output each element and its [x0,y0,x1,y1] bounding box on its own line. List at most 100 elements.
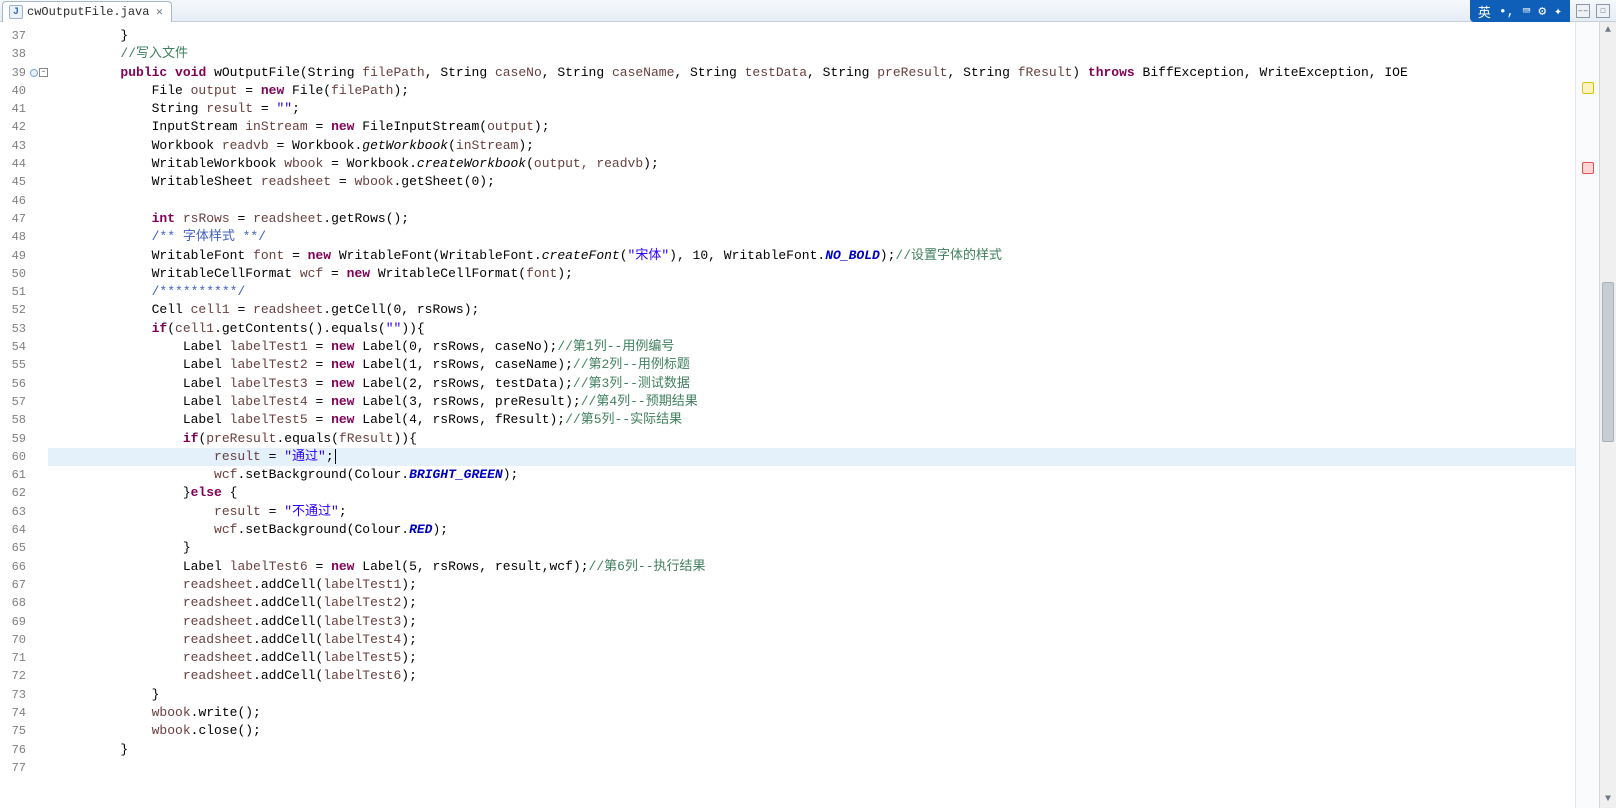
code-line[interactable]: Cell cell1 = readsheet.getCell(0, rsRows… [48,301,1616,319]
gutter-marker [30,411,48,429]
line-number: 50 [0,265,30,283]
line-number: 42 [0,118,30,136]
code-line[interactable]: //写入文件 [48,45,1616,63]
gutter-marker [30,265,48,283]
ime-punct-icon[interactable]: •, [1499,4,1515,19]
code-line[interactable]: /** 字体样式 **/ [48,228,1616,246]
line-number: 40 [0,82,30,100]
code-line[interactable] [48,192,1616,210]
maximize-button[interactable]: ☐ [1596,4,1610,18]
code-line[interactable]: readsheet.addCell(labelTest2); [48,594,1616,612]
gutter-marker [30,100,48,118]
close-tab-icon[interactable]: ✕ [153,6,165,18]
code-line[interactable]: Label labelTest3 = new Label(2, rsRows, … [48,375,1616,393]
ime-keyboard-icon[interactable]: ⌨ [1523,4,1531,19]
code-line[interactable]: WritableCellFormat wcf = new WritableCel… [48,265,1616,283]
line-number: 37 [0,27,30,45]
code-line[interactable]: Label labelTest2 = new Label(1, rsRows, … [48,356,1616,374]
code-line[interactable]: if(preResult.equals(fResult)){ [48,430,1616,448]
gutter-marker [30,137,48,155]
code-line[interactable]: readsheet.addCell(labelTest3); [48,613,1616,631]
code-line[interactable]: wcf.setBackground(Colour.BRIGHT_GREEN); [48,466,1616,484]
line-number: 71 [0,649,30,667]
line-number: 48 [0,228,30,246]
override-marker-icon[interactable] [30,69,38,77]
gutter-marker [30,759,48,777]
code-editor[interactable]: } //写入文件 public void wOutputFile(String … [48,22,1616,808]
code-line[interactable]: WritableWorkbook wbook = Workbook.create… [48,155,1616,173]
code-line[interactable]: readsheet.addCell(labelTest5); [48,649,1616,667]
line-number: 75 [0,722,30,740]
code-line[interactable]: Label labelTest4 = new Label(3, rsRows, … [48,393,1616,411]
code-line[interactable]: Label labelTest6 = new Label(5, rsRows, … [48,558,1616,576]
gutter-marker [30,192,48,210]
gutter-marker [30,393,48,411]
tab-filename: cwOutputFile.java [27,5,149,19]
scroll-up-icon[interactable]: ▲ [1600,22,1616,39]
scroll-down-icon[interactable]: ▼ [1600,791,1616,808]
gutter-marker [30,704,48,722]
line-number: 53 [0,320,30,338]
overview-ruler[interactable] [1575,22,1599,808]
editor-window-controls: –– ☐ [1570,0,1616,21]
minimize-button[interactable]: –– [1576,4,1590,18]
line-number: 55 [0,356,30,374]
fold-toggle-icon[interactable]: - [39,68,48,77]
code-line[interactable]: result = "通过"; [48,448,1616,466]
gutter-marker [30,45,48,63]
line-number: 73 [0,686,30,704]
code-line[interactable]: Label labelTest1 = new Label(0, rsRows, … [48,338,1616,356]
gutter-marker [30,521,48,539]
code-line[interactable]: Label labelTest5 = new Label(4, rsRows, … [48,411,1616,429]
code-line[interactable]: } [48,741,1616,759]
gutter-marker [30,301,48,319]
line-number: 68 [0,594,30,612]
code-line[interactable]: } [48,686,1616,704]
gutter-marker [30,649,48,667]
code-line[interactable]: readsheet.addCell(labelTest4); [48,631,1616,649]
fold-gutter: - [30,22,48,808]
code-line[interactable]: wbook.close(); [48,722,1616,740]
code-line[interactable]: InputStream inStream = new FileInputStre… [48,118,1616,136]
code-line[interactable]: readsheet.addCell(labelTest6); [48,667,1616,685]
line-number: 49 [0,247,30,265]
gutter-marker [30,484,48,502]
code-line[interactable]: wbook.write(); [48,704,1616,722]
code-line[interactable]: wcf.setBackground(Colour.RED); [48,521,1616,539]
vertical-scrollbar[interactable]: ▲ ▼ [1599,22,1616,808]
ime-settings-icon[interactable]: ⚙ [1538,4,1546,19]
code-line[interactable]: int rsRows = readsheet.getRows(); [48,210,1616,228]
line-number: 72 [0,667,30,685]
scrollbar-thumb[interactable] [1602,282,1614,442]
gutter-marker [30,27,48,45]
code-line[interactable]: String result = ""; [48,100,1616,118]
code-line[interactable] [48,759,1616,777]
code-line[interactable]: File output = new File(filePath); [48,82,1616,100]
code-line[interactable]: result = "不通过"; [48,503,1616,521]
gutter-marker [30,320,48,338]
code-line[interactable]: } [48,539,1616,557]
code-line[interactable]: public void wOutputFile(String filePath,… [48,64,1616,82]
line-number: 65 [0,539,30,557]
line-number: 74 [0,704,30,722]
code-line[interactable]: /**********/ [48,283,1616,301]
gutter-marker [30,631,48,649]
line-number: 54 [0,338,30,356]
code-line[interactable]: Workbook readvb = Workbook.getWorkbook(i… [48,137,1616,155]
tab-bar: J cwOutputFile.java ✕ 英 •, ⌨ ⚙ ✦ –– ☐ [0,0,1616,22]
ime-toolbar[interactable]: 英 •, ⌨ ⚙ ✦ [1470,0,1570,22]
code-line[interactable]: if(cell1.getContents().equals("")){ [48,320,1616,338]
gutter-marker [30,539,48,557]
line-number: 58 [0,411,30,429]
line-number: 76 [0,741,30,759]
editor-tab[interactable]: J cwOutputFile.java ✕ [2,1,172,22]
code-line[interactable]: readsheet.addCell(labelTest1); [48,576,1616,594]
code-line[interactable]: WritableSheet readsheet = wbook.getSheet… [48,173,1616,191]
code-line[interactable]: WritableFont font = new WritableFont(Wri… [48,247,1616,265]
ime-menu-icon[interactable]: ✦ [1554,4,1562,19]
code-line[interactable]: }else { [48,484,1616,502]
overview-marker-error[interactable] [1582,162,1594,174]
gutter-marker [30,503,48,521]
code-line[interactable]: } [48,27,1616,45]
overview-marker-warning[interactable] [1582,82,1594,94]
